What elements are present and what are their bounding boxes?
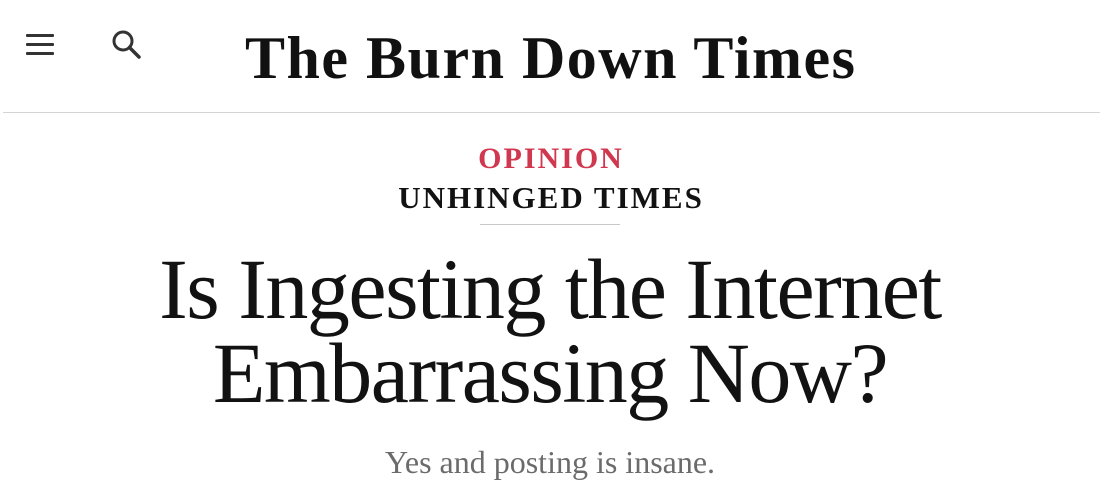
article-page: The Burn Down Times OPINION UNHINGED TIM… xyxy=(0,0,1100,500)
article-headline: Is Ingesting the Internet Embarrassing N… xyxy=(159,241,942,421)
column-label[interactable]: UNHINGED TIMES xyxy=(396,180,704,215)
site-header: The Burn Down Times xyxy=(0,0,1100,113)
kicker-divider xyxy=(480,224,620,225)
header-divider xyxy=(3,112,1100,113)
site-logo[interactable]: The Burn Down Times xyxy=(244,25,857,91)
section-label-opinion[interactable]: OPINION xyxy=(476,142,624,175)
section-kicker: OPINION xyxy=(0,141,1100,182)
article-subheadline: Yes and posting is insane. xyxy=(384,444,716,480)
logo-container: The Burn Down Times xyxy=(0,26,1100,106)
column-kicker: UNHINGED TIMES xyxy=(0,180,1100,222)
